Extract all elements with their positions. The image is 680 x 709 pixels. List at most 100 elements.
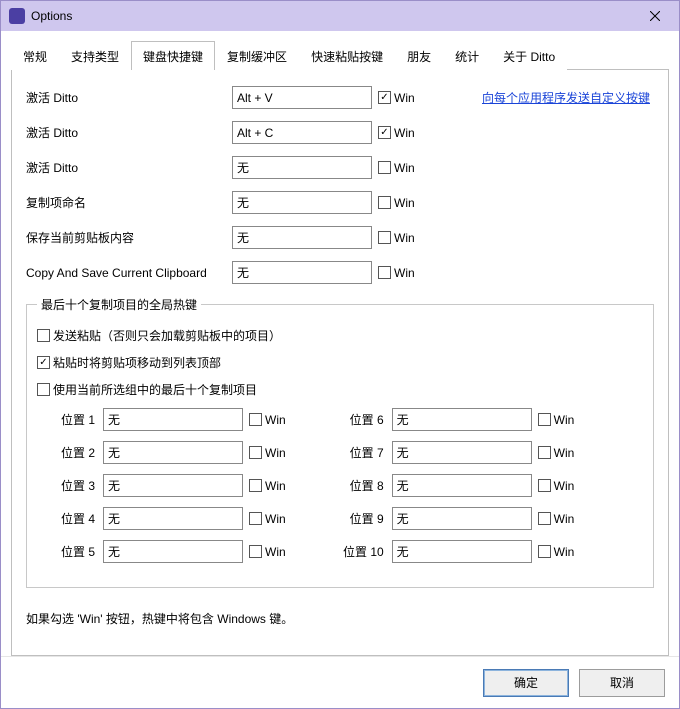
position-label: 位置 8 [326, 477, 392, 494]
win-checkbox[interactable]: Win [538, 479, 575, 493]
checkbox-icon[interactable] [538, 479, 551, 492]
win-label: Win [265, 413, 286, 427]
hotkey-input[interactable] [232, 121, 372, 144]
checkbox-icon[interactable] [378, 161, 391, 174]
tab[interactable]: 键盘快捷键 [131, 41, 215, 70]
hotkey-input[interactable] [232, 226, 372, 249]
position-input[interactable] [392, 441, 532, 464]
checkbox-icon[interactable] [538, 446, 551, 459]
win-checkbox[interactable]: Win [249, 413, 286, 427]
tab[interactable]: 常规 [11, 41, 59, 70]
hotkey-input[interactable] [232, 261, 372, 284]
win-checkbox[interactable]: Win [538, 512, 575, 526]
hotkey-label: 保存当前剪贴板内容 [26, 229, 232, 246]
app-icon [9, 8, 25, 24]
position-input[interactable] [392, 540, 532, 563]
position-row: 位置 2 Win [37, 441, 286, 464]
hotkey-label: 激活 Ditto [26, 159, 232, 176]
position-input[interactable] [103, 408, 243, 431]
win-label: Win [394, 161, 415, 175]
win-checkbox[interactable]: Win [378, 91, 415, 105]
position-row: 位置 9 Win [326, 507, 575, 530]
position-row: 位置 6Win [326, 408, 575, 431]
win-checkbox[interactable]: Win [378, 196, 415, 210]
win-checkbox[interactable]: Win [378, 161, 415, 175]
checkbox-icon[interactable] [37, 356, 50, 369]
checkbox-icon[interactable] [378, 91, 391, 104]
checkbox-icon[interactable] [538, 413, 551, 426]
cancel-button[interactable]: 取消 [579, 669, 665, 697]
position-row: 位置 3Win [37, 474, 286, 497]
win-checkbox[interactable]: Win [378, 126, 415, 140]
position-input[interactable] [103, 474, 243, 497]
win-checkbox[interactable]: Win [538, 545, 575, 559]
checkbox-icon[interactable] [538, 545, 551, 558]
group-legend: 最后十个复制项目的全局热键 [37, 296, 201, 313]
custom-keys-link[interactable]: 向每个应用程序发送自定义按键 [482, 89, 650, 106]
position-row: 位置 4Win [37, 507, 286, 530]
position-label: 位置 2 [37, 444, 103, 461]
hotkey-label: 激活 Ditto [26, 89, 232, 106]
win-checkbox[interactable]: Win [249, 512, 286, 526]
position-input[interactable] [103, 441, 243, 464]
hotkey-label: 复制项命名 [26, 194, 232, 211]
position-input[interactable] [103, 540, 243, 563]
checkbox-icon[interactable] [37, 383, 50, 396]
window-title: Options [31, 9, 635, 23]
win-checkbox[interactable]: Win [249, 479, 286, 493]
position-row: 位置 5Win [37, 540, 286, 563]
positions-grid: 位置 1Win位置 2Win位置 3Win位置 4Win位置 5Win 位置 6… [37, 408, 643, 573]
win-checkbox[interactable]: Win [249, 446, 286, 460]
win-label: Win [554, 545, 575, 559]
dialog-footer: 确定 取消 [1, 656, 679, 708]
close-button[interactable] [635, 2, 675, 30]
hotkey-input[interactable] [232, 86, 372, 109]
checkbox-icon[interactable] [378, 231, 391, 244]
tab[interactable]: 朋友 [395, 41, 443, 70]
checkbox-icon[interactable] [249, 446, 262, 459]
hotkey-row: 激活 DittoWin [26, 121, 654, 144]
tab[interactable]: 统计 [443, 41, 491, 70]
tab[interactable]: 快速粘贴按键 [299, 41, 395, 70]
position-input[interactable] [392, 474, 532, 497]
ok-button[interactable]: 确定 [483, 669, 569, 697]
checkbox-icon[interactable] [249, 479, 262, 492]
tab[interactable]: 复制缓冲区 [215, 41, 299, 70]
checkbox-icon[interactable] [378, 196, 391, 209]
opt-label: 发送粘贴（否则只会加载剪贴板中的项目） [53, 327, 281, 344]
opt-use-current-group[interactable]: 使用当前所选组中的最后十个复制项目 [37, 381, 643, 398]
opt-move-to-top[interactable]: 粘贴时将剪贴项移动到列表顶部 [37, 354, 643, 371]
tab[interactable]: 支持类型 [59, 41, 131, 70]
win-checkbox[interactable]: Win [378, 231, 415, 245]
checkbox-icon[interactable] [249, 413, 262, 426]
checkbox-icon[interactable] [249, 545, 262, 558]
tab-panel-keyboard-shortcuts: 激活 DittoWin向每个应用程序发送自定义按键激活 DittoWin激活 D… [11, 69, 669, 656]
win-checkbox[interactable]: Win [378, 266, 415, 280]
position-label: 位置 7 [326, 444, 392, 461]
win-checkbox[interactable]: Win [538, 446, 575, 460]
position-input[interactable] [103, 507, 243, 530]
win-label: Win [265, 512, 286, 526]
hotkey-input[interactable] [232, 156, 372, 179]
win-label: Win [554, 413, 575, 427]
checkbox-icon[interactable] [37, 329, 50, 342]
position-row: 位置 10Win [326, 540, 575, 563]
hotkey-label: Copy And Save Current Clipboard [26, 266, 232, 280]
position-input[interactable] [392, 408, 532, 431]
win-checkbox[interactable]: Win [249, 545, 286, 559]
position-label: 位置 9 [326, 510, 392, 527]
checkbox-icon[interactable] [249, 512, 262, 525]
opt-send-paste[interactable]: 发送粘贴（否则只会加载剪贴板中的项目） [37, 327, 643, 344]
checkbox-icon[interactable] [378, 126, 391, 139]
hotkey-input[interactable] [232, 191, 372, 214]
tab[interactable]: 关于 Ditto [491, 41, 567, 70]
win-checkbox[interactable]: Win [538, 413, 575, 427]
checkbox-icon[interactable] [378, 266, 391, 279]
checkbox-icon[interactable] [538, 512, 551, 525]
win-label: Win [394, 91, 415, 105]
position-row: 位置 1Win [37, 408, 286, 431]
hotkey-row: 复制项命名 Win [26, 191, 654, 214]
win-label: Win [394, 196, 415, 210]
position-input[interactable] [392, 507, 532, 530]
opt-label: 使用当前所选组中的最后十个复制项目 [53, 381, 257, 398]
